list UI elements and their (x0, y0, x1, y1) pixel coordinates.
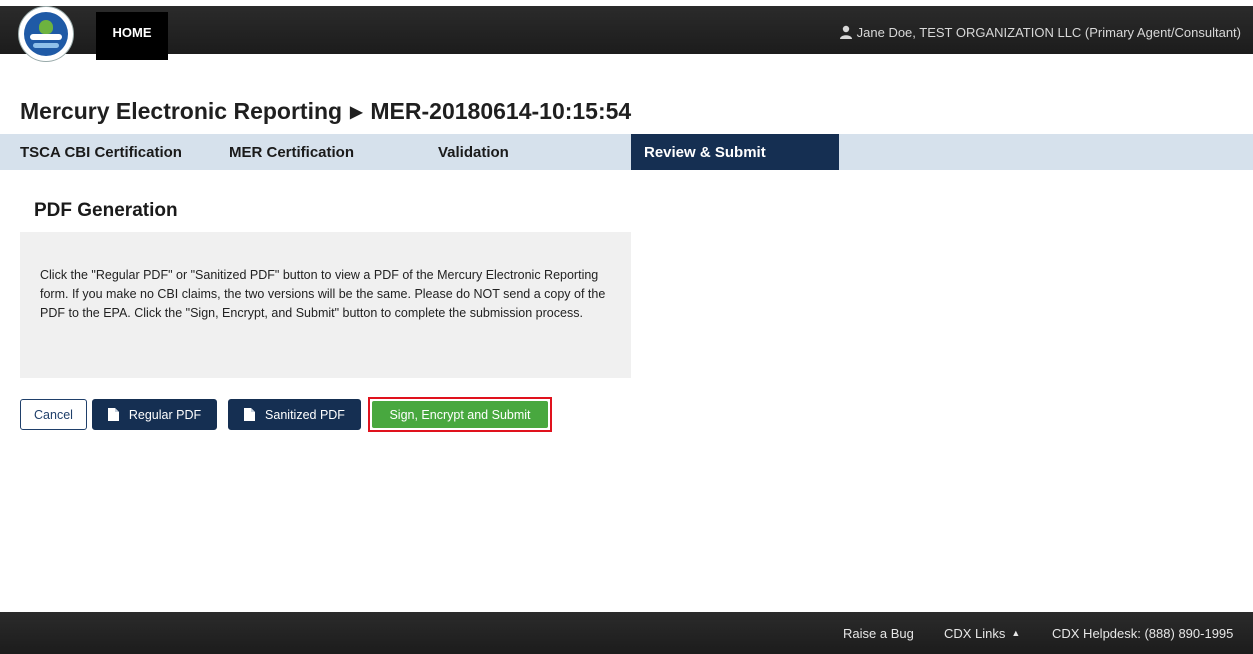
submit-highlight-frame: Sign, Encrypt and Submit (368, 397, 552, 432)
pdf-generation-heading: PDF Generation (34, 200, 178, 221)
cancel-button[interactable]: Cancel (20, 399, 87, 430)
footer-bar: Raise a Bug CDX Links ▲ CDX Helpdesk: (8… (0, 612, 1253, 654)
home-nav-link[interactable]: HOME (96, 12, 168, 60)
cdx-links-dropdown[interactable]: CDX Links ▲ (944, 612, 1020, 654)
user-menu[interactable]: Jane Doe, TEST ORGANIZATION LLC (Primary… (839, 12, 1241, 52)
top-navbar: HOME Jane Doe, TEST ORGANIZATION LLC (Pr… (0, 6, 1253, 60)
epa-logo[interactable] (18, 6, 74, 62)
step-review-submit[interactable]: Review & Submit (631, 134, 839, 170)
file-icon (244, 408, 256, 421)
page-title-app: Mercury Electronic Reporting (20, 98, 343, 124)
step-validation[interactable]: Validation (438, 134, 509, 170)
sign-encrypt-submit-button[interactable]: Sign, Encrypt and Submit (372, 401, 548, 428)
regular-pdf-label: Regular PDF (128, 407, 202, 422)
caret-up-icon: ▲ (1011, 628, 1021, 638)
breadcrumb-arrow-icon: ▶ (350, 103, 363, 121)
user-name-label: Jane Doe, TEST ORGANIZATION LLC (Primary… (856, 24, 1241, 40)
sanitized-pdf-button[interactable]: Sanitized PDF (228, 399, 361, 430)
instructions-panel: Click the "Regular PDF" or "Sanitized PD… (20, 232, 631, 378)
raise-bug-link[interactable]: Raise a Bug (843, 612, 914, 654)
page-title: Mercury Electronic Reporting ▶ MER-20180… (20, 98, 631, 125)
user-icon (839, 25, 852, 39)
step-mer-certification[interactable]: MER Certification (229, 134, 354, 170)
sanitized-pdf-label: Sanitized PDF (265, 407, 345, 422)
step-tsca-cbi-certification[interactable]: TSCA CBI Certification (20, 134, 182, 170)
cdx-helpdesk-link[interactable]: CDX Helpdesk: (888) 890-1995 (1052, 612, 1233, 654)
file-icon (107, 408, 119, 421)
page-title-submission-id: MER-20180614-10:15:54 (370, 98, 632, 124)
instructions-text: Click the "Regular PDF" or "Sanitized PD… (40, 268, 606, 320)
cdx-links-label: CDX Links (944, 625, 1006, 641)
regular-pdf-button[interactable]: Regular PDF (92, 399, 217, 430)
step-navigation: TSCA CBI Certification MER Certification… (0, 134, 1253, 170)
epa-seal-icon (24, 12, 68, 56)
